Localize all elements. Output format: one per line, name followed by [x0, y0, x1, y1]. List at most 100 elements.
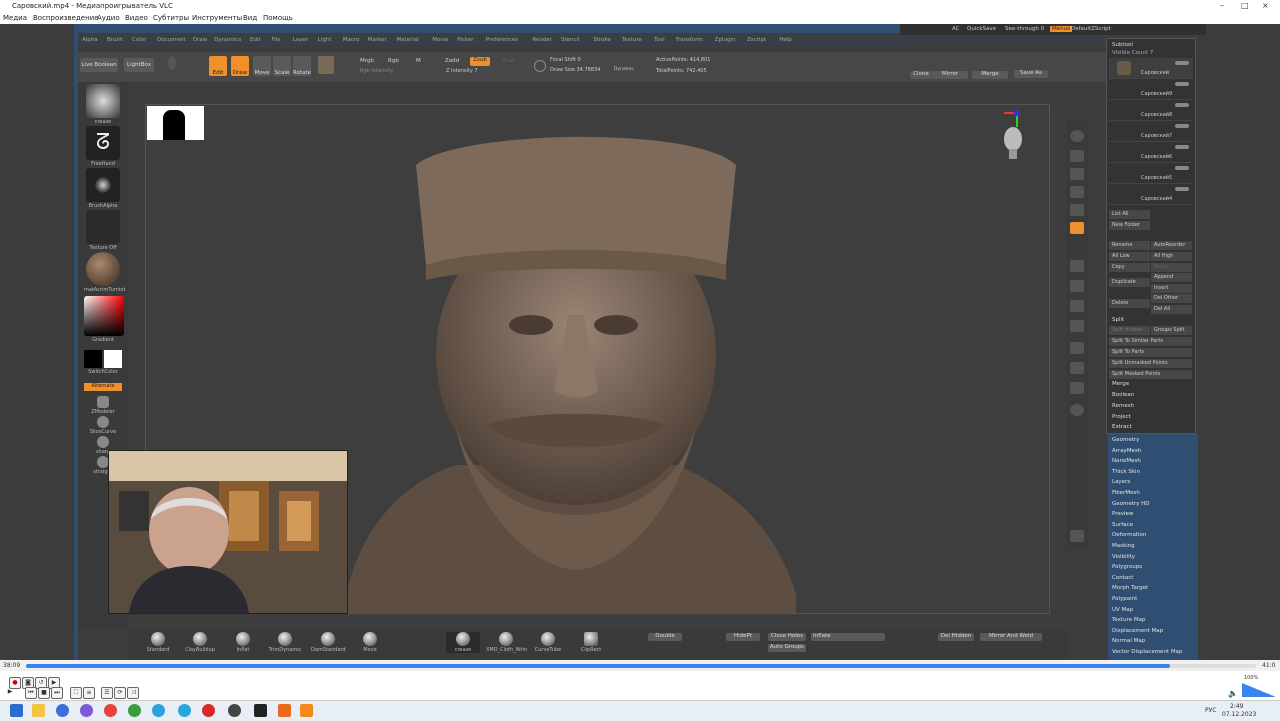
tool-palette-item[interactable]: UV Map [1112, 607, 1133, 613]
slicecurve-brush[interactable]: SliceCurve [84, 416, 122, 435]
subtool-item[interactable]: Саровский8 [1109, 100, 1193, 121]
bpr-icon[interactable] [1070, 130, 1084, 142]
menu-help[interactable]: Помощь [263, 14, 293, 22]
merge-button[interactable]: Merge [972, 71, 1008, 79]
zbrush-menu-material[interactable]: Material [396, 37, 418, 43]
zbrush-icon[interactable] [254, 704, 267, 717]
split-parts-button[interactable]: Split To Parts [1109, 348, 1192, 357]
zbrush-menu-help[interactable]: Help [779, 37, 792, 43]
zadd-button[interactable]: Zadd [445, 58, 459, 64]
switch-color[interactable]: SwitchColor [84, 350, 122, 375]
m-button[interactable]: M [416, 58, 421, 64]
mirror-button[interactable]: Mirror [932, 71, 968, 79]
del-other-button[interactable]: Del Other [1151, 294, 1192, 303]
brush-crease[interactable]: crease [446, 632, 480, 653]
draw-size-slider[interactable]: Draw Size 34.78834 [550, 67, 600, 73]
polyf-icon[interactable] [1070, 342, 1084, 354]
menu-video[interactable]: Видео [125, 14, 148, 22]
see-through-slider[interactable]: See-through 0 [1005, 26, 1044, 32]
floor-icon[interactable] [1070, 168, 1084, 180]
material-slot[interactable]: matAcrimTurntst [84, 252, 125, 293]
tool-palette-item[interactable]: Normal Map [1112, 638, 1145, 644]
mrgb-button[interactable]: Mrgb [360, 58, 374, 64]
brush-claybuildup[interactable]: ClayBuildup [183, 632, 217, 653]
brush-trimdynamic[interactable]: TrimDynamic [268, 632, 302, 653]
brush-cliprect[interactable]: ClipRect [574, 632, 608, 653]
tool-palette-item[interactable]: Layers [1112, 479, 1130, 485]
subtool-toggle[interactable] [1175, 82, 1189, 86]
vlc-icon[interactable] [300, 704, 313, 717]
tool-palette-item[interactable]: Preview [1112, 511, 1133, 517]
subtool-item[interactable]: Саровский7 [1109, 121, 1193, 142]
subtool-item[interactable]: Саровский6 [1109, 142, 1193, 163]
brush-curvetube[interactable]: CurveTube [531, 632, 565, 653]
tool-palette-item[interactable]: Deformation [1112, 532, 1146, 538]
list-all-button[interactable]: List All [1109, 210, 1150, 219]
play-icon[interactable]: ▶ [5, 687, 15, 697]
spix-icon[interactable] [1070, 150, 1084, 162]
extended-settings-icon[interactable]: ≡ [83, 687, 95, 699]
app4-icon[interactable] [228, 704, 241, 717]
all-high-button[interactable]: All High [1151, 252, 1192, 261]
groups-split-button[interactable]: Groups Split [1151, 326, 1192, 335]
new-folder-button[interactable]: New Folder [1109, 221, 1150, 230]
mirror-weld-button[interactable]: Mirror And Weld [980, 633, 1042, 641]
zbrush-menu-stroke[interactable]: Stroke [593, 37, 611, 43]
split-header[interactable]: Split [1112, 317, 1124, 323]
tool-palette-item[interactable]: NanoMesh [1112, 458, 1141, 464]
persp-icon[interactable] [1070, 222, 1084, 234]
close-holes-button[interactable]: Close Holes [768, 633, 806, 641]
auto-groups-button[interactable]: Auto Groups [768, 644, 806, 652]
default-zscript[interactable]: DefaultZScript [1071, 26, 1111, 32]
subtool-item[interactable]: Саровский [1109, 58, 1193, 79]
zbrush-menu-file[interactable]: File [271, 37, 280, 43]
clock-date[interactable]: 07.12.2023 [1222, 711, 1256, 718]
ghost-icon[interactable] [1070, 382, 1084, 394]
clone-button[interactable]: Clone [910, 71, 932, 79]
move-button[interactable]: Move [253, 56, 271, 76]
playlist-icon[interactable]: ☰ [101, 687, 113, 699]
split-unmasked-button[interactable]: Split Unmasked Points [1109, 359, 1192, 368]
tool-palette-item[interactable]: Morph Target [1112, 585, 1148, 591]
stop-icon[interactable]: ■ [38, 687, 50, 699]
zbrush-menu-zscript[interactable]: Zscript [747, 37, 766, 43]
inflate-slider[interactable]: Inflate [811, 633, 885, 641]
zbrush-menu-brush[interactable]: Brush [107, 37, 123, 43]
tool-palette-item[interactable]: Vector Displacement Map [1112, 649, 1182, 655]
tool-palette-item[interactable]: Surface [1112, 522, 1133, 528]
zbrush-menu-preferences[interactable]: Preferences [486, 37, 518, 43]
navigation-thumbnail[interactable] [147, 106, 204, 140]
zbrush-menu-transform[interactable]: Transform [675, 37, 702, 43]
app3-icon[interactable] [152, 704, 165, 717]
scroll-icon[interactable] [1070, 186, 1084, 198]
menu-tools[interactable]: Инструменты [192, 14, 242, 22]
zbrush-menu-marker[interactable]: Marker [368, 37, 387, 43]
chrome-icon[interactable] [104, 704, 117, 717]
bust-sculpt[interactable] [306, 125, 826, 613]
subtool-title[interactable]: Subtool [1112, 42, 1133, 48]
transp-icon[interactable] [1070, 362, 1084, 374]
rotate-button[interactable]: Rotate [293, 56, 311, 76]
frame-icon[interactable] [1070, 260, 1084, 272]
brush-inflat[interactable]: Inflat [226, 632, 260, 653]
project-section[interactable]: Project [1112, 414, 1131, 420]
zoom-icon[interactable] [1070, 204, 1084, 216]
viber-icon[interactable] [80, 704, 93, 717]
seek-bar[interactable]: 38:09 41:0 [0, 660, 1280, 671]
app5-icon[interactable] [278, 704, 291, 717]
rotate-view-icon[interactable] [1070, 320, 1084, 332]
telegram-icon[interactable] [178, 704, 191, 717]
brush-damstandard[interactable]: DamStandard [311, 632, 346, 653]
language-indicator[interactable]: РУС [1205, 707, 1216, 714]
quicksave-button[interactable]: QuickSave [967, 26, 996, 32]
subtool-item[interactable]: Саровский5 [1109, 163, 1193, 184]
brush-standard[interactable]: Standard [141, 632, 175, 653]
rename-button[interactable]: Rename [1109, 241, 1150, 250]
minimize-button[interactable]: – [1220, 1, 1224, 10]
scale-button[interactable]: Scale [273, 56, 291, 76]
edit-button[interactable]: Edit [209, 56, 227, 76]
zbrush-menu-draw[interactable]: Draw [193, 37, 207, 43]
zcut-button[interactable]: Zcut [502, 58, 514, 64]
fullscreen-icon[interactable]: ⛶ [70, 687, 82, 699]
subtool-toggle[interactable] [1175, 124, 1189, 128]
